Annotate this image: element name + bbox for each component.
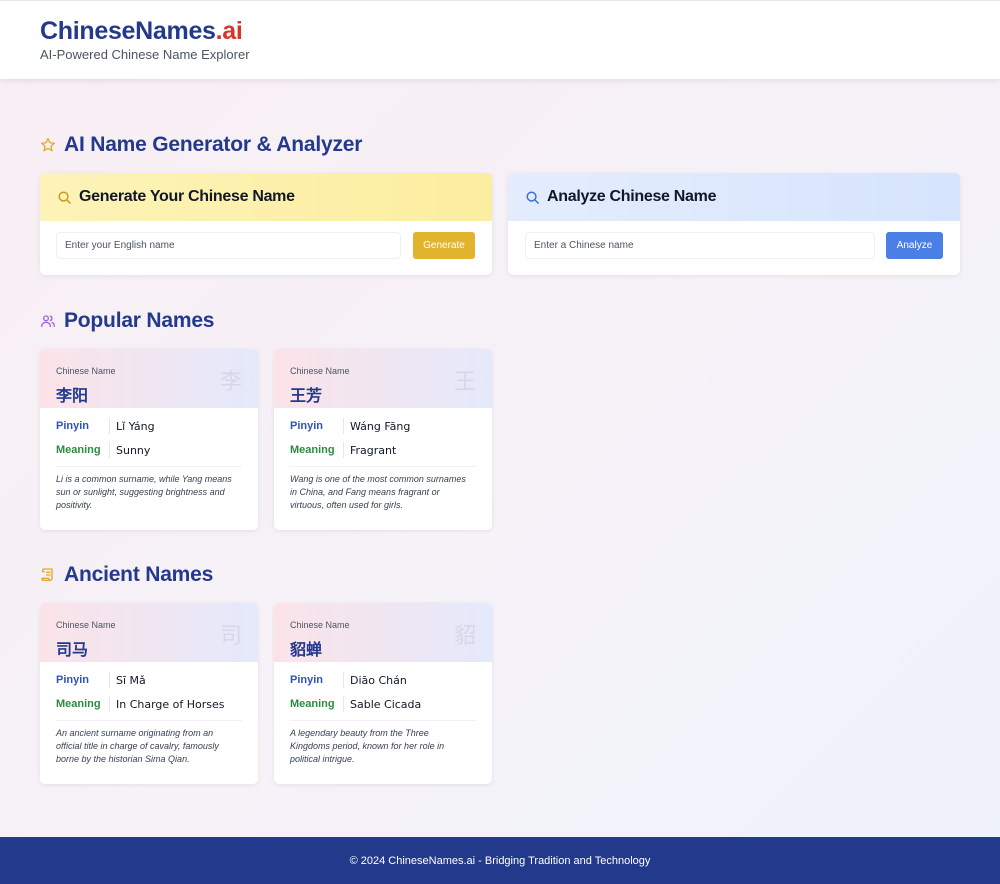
chinese-name: 司马 <box>56 640 89 659</box>
meaning-label: Meaning <box>290 696 344 712</box>
pinyin-label: Pinyin <box>56 418 110 434</box>
generate-panel: Generate Your Chinese Name Generate <box>40 173 492 275</box>
section-title-popular: Popular Names <box>40 309 214 333</box>
section-title-generator: AI Name Generator & Analyzer <box>40 133 362 157</box>
generate-panel-title: Generate Your Chinese Name <box>79 188 295 205</box>
name-description: Wang is one of the most common surnames … <box>290 474 466 510</box>
pinyin-row: Pinyin Diāo Chán <box>290 672 407 688</box>
name-card-header: Chinese Name 貂蝉 貂 <box>274 603 492 662</box>
name-card[interactable]: Chinese Name 王芳 王 Pinyin Wáng Fāng Meani… <box>274 349 492 530</box>
logo-suffix: .ai <box>215 17 243 45</box>
analyze-panel-header: Analyze Chinese Name <box>508 173 960 221</box>
section-title-ancient: Ancient Names <box>40 563 213 587</box>
generate-panel-body: Generate <box>40 221 492 275</box>
meaning-label: Meaning <box>290 442 344 458</box>
generate-button[interactable]: Generate <box>413 232 475 259</box>
section-heading: Ancient Names <box>64 563 214 586</box>
card-divider <box>290 720 476 721</box>
name-card-header: Chinese Name 王芳 王 <box>274 349 492 408</box>
meaning-value: Sunny <box>116 443 151 457</box>
meaning-value: In Charge of Horses <box>116 697 225 711</box>
section-heading: Popular Names <box>64 309 215 332</box>
character-watermark: 王 <box>453 370 476 395</box>
analyze-panel-title: Analyze Chinese Name <box>547 188 717 205</box>
chinese-name-label: Chinese Name <box>56 620 116 630</box>
star-icon <box>41 138 55 152</box>
pinyin-label: Pinyin <box>290 418 344 434</box>
name-card[interactable]: Chinese Name 貂蝉 貂 Pinyin Diāo Chán Meani… <box>274 603 492 784</box>
card-divider <box>290 466 476 467</box>
pinyin-label: Pinyin <box>290 672 344 688</box>
site-tagline: AI-Powered Chinese Name Explorer <box>40 47 250 62</box>
name-description: Li is a common surname, while Yang means… <box>56 474 232 510</box>
pinyin-value: Lǐ Yáng <box>116 419 155 433</box>
pinyin-row: Pinyin Wáng Fāng <box>290 418 410 434</box>
pinyin-value: Diāo Chán <box>350 673 407 687</box>
character-watermark: 貂 <box>453 624 476 649</box>
card-divider <box>56 720 242 721</box>
character-watermark: 司 <box>219 624 242 649</box>
name-card[interactable]: Chinese Name 李阳 李 Pinyin Lǐ Yáng Meaning… <box>40 349 258 530</box>
name-card-header: Chinese Name 司马 司 <box>40 603 258 662</box>
pinyin-row: Pinyin Sī Mǎ <box>56 672 146 688</box>
name-description: An ancient surname originating from an o… <box>56 728 219 764</box>
meaning-row: Meaning Fragrant <box>290 442 396 458</box>
pinyin-row: Pinyin Lǐ Yáng <box>56 418 155 434</box>
analyze-panel: Analyze Chinese Name Analyze <box>508 173 960 275</box>
chinese-name-input[interactable] <box>525 232 875 259</box>
character-watermark: 李 <box>219 370 242 395</box>
pinyin-value: Wáng Fāng <box>350 419 411 433</box>
meaning-row: Meaning Sable Cicada <box>290 696 421 712</box>
users-icon <box>41 315 55 327</box>
analyze-button[interactable]: Analyze <box>886 232 943 259</box>
chinese-name: 李阳 <box>56 386 89 405</box>
meaning-label: Meaning <box>56 696 110 712</box>
logo-main: ChineseNames <box>40 17 216 45</box>
pinyin-value: Sī Mǎ <box>116 673 146 687</box>
card-divider <box>56 466 242 467</box>
search-icon <box>58 190 71 204</box>
meaning-label: Meaning <box>56 442 110 458</box>
scroll-icon <box>41 568 53 581</box>
site-logo[interactable]: ChineseNames.ai <box>40 17 243 46</box>
generate-panel-header: Generate Your Chinese Name <box>40 173 492 221</box>
meaning-value: Sable Cicada <box>350 697 422 711</box>
chinese-name-label: Chinese Name <box>56 366 116 376</box>
section-heading: AI Name Generator & Analyzer <box>64 133 363 156</box>
name-card[interactable]: Chinese Name 司马 司 Pinyin Sī Mǎ Meaning I… <box>40 603 258 784</box>
name-card-header: Chinese Name 李阳 李 <box>40 349 258 408</box>
pinyin-label: Pinyin <box>56 672 110 688</box>
meaning-row: Meaning Sunny <box>56 442 150 458</box>
name-description: A legendary beauty from the Three Kingdo… <box>290 728 445 764</box>
search-icon <box>526 190 539 204</box>
meaning-row: Meaning In Charge of Horses <box>56 696 225 712</box>
site-header: ChineseNames.ai AI-Powered Chinese Name … <box>0 0 1000 79</box>
analyze-panel-body: Analyze <box>508 221 960 275</box>
english-name-input[interactable] <box>56 232 401 259</box>
meaning-value: Fragrant <box>350 443 397 457</box>
chinese-name: 貂蝉 <box>290 640 323 659</box>
chinese-name-label: Chinese Name <box>290 620 350 630</box>
site-footer: © 2024 ChineseNames.ai - Bridging Tradit… <box>0 837 1000 884</box>
footer-text: © 2024 ChineseNames.ai - Bridging Tradit… <box>349 854 651 867</box>
chinese-name: 王芳 <box>290 386 323 405</box>
chinese-name-label: Chinese Name <box>290 366 350 376</box>
